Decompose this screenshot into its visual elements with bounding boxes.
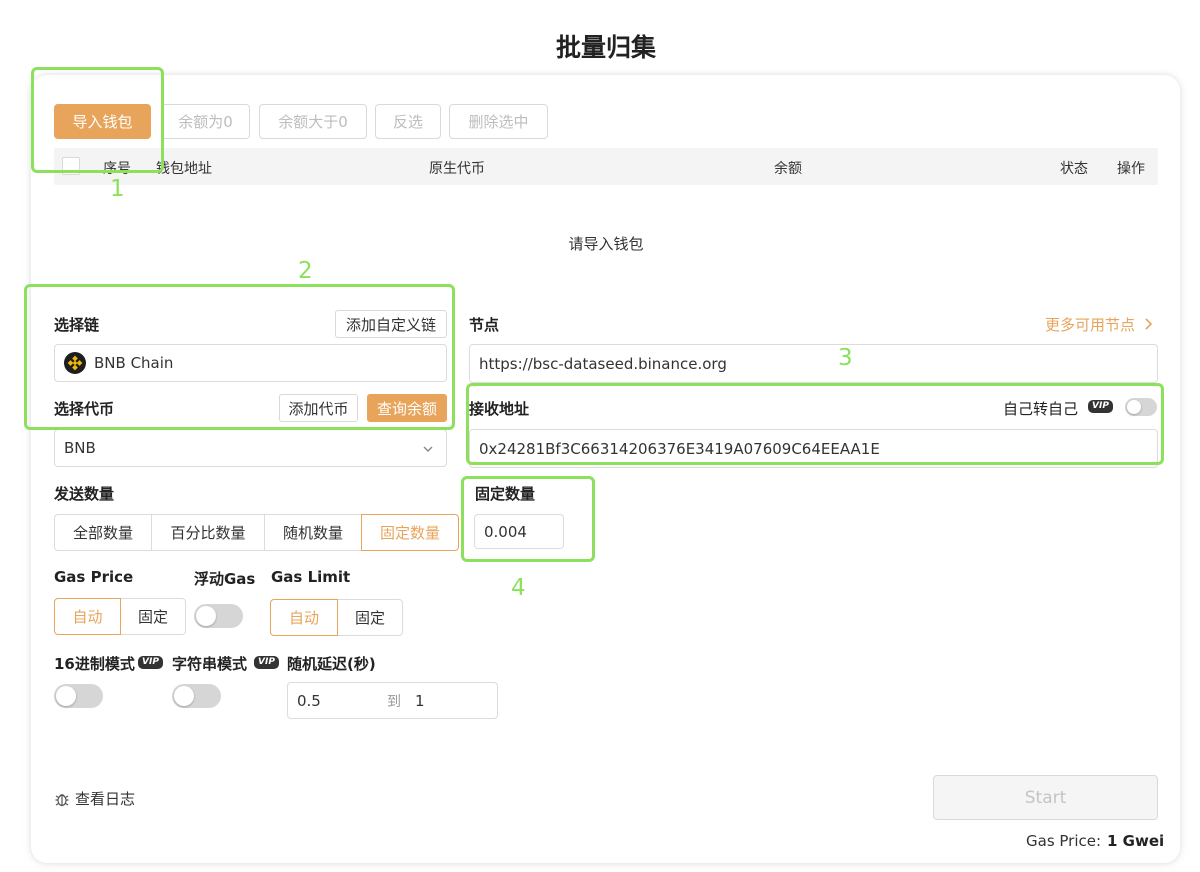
chevron-down-icon (422, 441, 434, 459)
annotation-number-4: 4 (511, 575, 526, 601)
hex-mode-toggle[interactable] (54, 684, 103, 708)
bug-icon (54, 791, 70, 807)
gas-price-fixed-option[interactable]: 固定 (120, 598, 186, 635)
page-title: 批量归集 (555, 33, 656, 62)
more-nodes-text: 更多可用节点 (1045, 316, 1136, 334)
annotation-number-2: 2 (298, 258, 313, 284)
more-nodes-link[interactable]: 更多可用节点 (1045, 314, 1153, 335)
chevron-right-icon (1144, 316, 1153, 334)
gas-price-auto-option[interactable]: 自动 (54, 598, 121, 635)
send-percent-option[interactable]: 百分比数量 (151, 514, 265, 551)
gas-limit-auto-option[interactable]: 自动 (270, 599, 338, 636)
column-native-token: 原生代币 (429, 161, 485, 177)
annotation-box-4 (461, 476, 595, 562)
send-fixed-option[interactable]: 固定数量 (361, 514, 459, 551)
string-mode-label: 字符串模式 (172, 655, 248, 673)
column-balance: 余额 (774, 161, 802, 177)
token-selected-value: BNB (64, 439, 96, 457)
wallet-table-header: 序号 钱包地址 原生代币 余额 状态 操作 (54, 148, 1158, 185)
hex-mode-vip-badge: VIP (138, 656, 163, 669)
column-actions: 操作 (1117, 161, 1145, 177)
node-label: 节点 (469, 316, 500, 334)
empty-table-text: 请导入钱包 (568, 235, 644, 253)
invert-selection-button[interactable]: 反选 (375, 104, 441, 139)
string-mode-toggle[interactable] (172, 684, 221, 708)
gas-price-status-value: 1 Gwei (1107, 832, 1165, 850)
token-select[interactable]: BNB (54, 429, 447, 467)
gas-price-status-label: Gas Price: (1026, 832, 1102, 850)
float-gas-label: 浮动Gas (194, 570, 256, 588)
annotation-box-3 (466, 383, 1164, 465)
annotation-number-3: 3 (838, 345, 853, 371)
node-url-input[interactable]: https://bsc-dataseed.binance.org (469, 344, 1158, 383)
random-delay-label: 随机延迟(秒) (287, 655, 376, 673)
column-status: 状态 (1060, 161, 1088, 177)
main-card (31, 75, 1180, 863)
delay-to-text: 到 (387, 693, 401, 710)
delete-selected-button[interactable]: 删除选中 (449, 104, 548, 139)
delay-max-input[interactable]: 1 (415, 692, 425, 710)
balance-gt-zero-button[interactable]: 余额大于0 (259, 104, 367, 139)
annotation-box-1 (31, 67, 164, 173)
gas-limit-label: Gas Limit (271, 568, 351, 586)
gas-limit-fixed-option[interactable]: 固定 (337, 599, 403, 636)
delay-min-input[interactable]: 0.5 (297, 692, 321, 710)
view-log-link[interactable]: 查看日志 (54, 788, 135, 809)
string-mode-vip-badge: VIP (254, 656, 279, 669)
send-random-option[interactable]: 随机数量 (264, 514, 362, 551)
send-amount-label: 发送数量 (54, 485, 115, 503)
gas-price-label: Gas Price (54, 568, 134, 586)
balance-zero-button[interactable]: 余额为0 (161, 104, 250, 139)
column-wallet-address: 钱包地址 (156, 161, 212, 177)
annotation-number-1: 1 (110, 176, 125, 202)
annotation-box-2 (24, 284, 455, 430)
send-all-option[interactable]: 全部数量 (54, 514, 152, 551)
float-gas-toggle[interactable] (194, 604, 243, 628)
random-delay-range: 0.5 到 1 (287, 682, 498, 719)
hex-mode-label: 16进制模式 (54, 655, 135, 673)
start-button[interactable]: Start (933, 775, 1158, 820)
view-log-text: 查看日志 (75, 790, 136, 808)
